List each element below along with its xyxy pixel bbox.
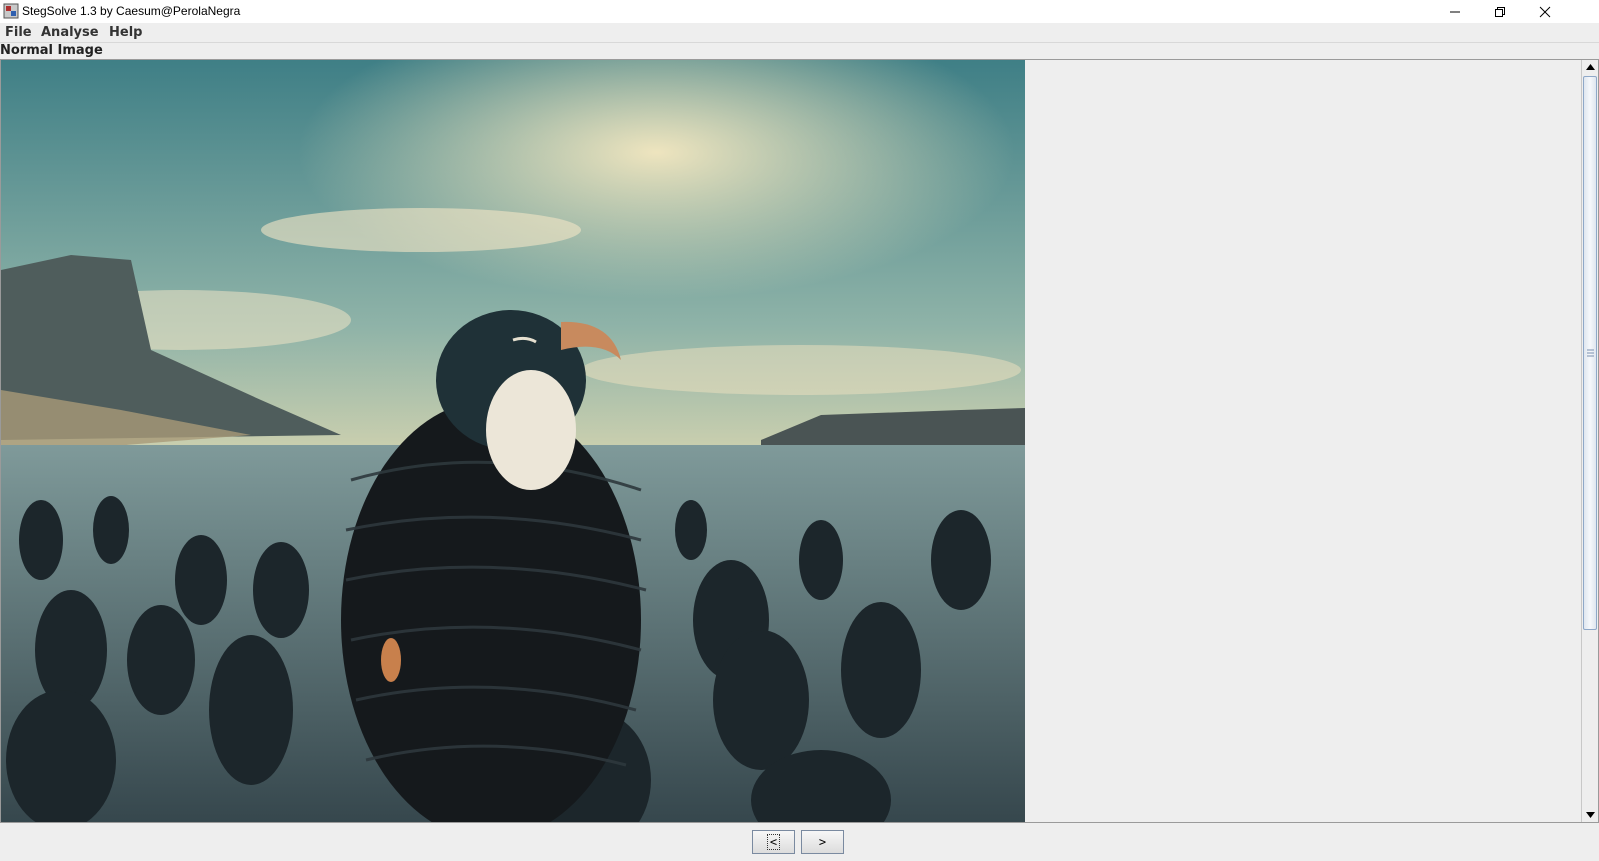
restore-icon bbox=[1494, 6, 1505, 17]
title-bar: StegSolve 1.3 by Caesum@PerolaNegra bbox=[0, 0, 1599, 23]
scroll-thumb[interactable] bbox=[1583, 76, 1597, 630]
previous-button-label: < bbox=[766, 834, 781, 850]
menu-analyse[interactable]: Analyse bbox=[41, 25, 99, 40]
vertical-scrollbar[interactable] bbox=[1581, 60, 1598, 822]
previous-button[interactable]: < bbox=[752, 830, 795, 854]
close-button[interactable] bbox=[1522, 0, 1567, 23]
image-scroll-pane[interactable] bbox=[0, 59, 1599, 823]
menu-help[interactable]: Help bbox=[109, 25, 142, 40]
close-icon bbox=[1539, 6, 1550, 17]
view-mode-label: Normal Image bbox=[0, 43, 103, 58]
scroll-up-button[interactable] bbox=[1582, 60, 1598, 74]
menu-file[interactable]: File bbox=[5, 25, 32, 40]
scroll-down-button[interactable] bbox=[1582, 808, 1598, 822]
minimize-button[interactable] bbox=[1432, 0, 1477, 23]
arrow-down-icon bbox=[1585, 812, 1595, 818]
app-icon bbox=[3, 3, 19, 19]
grip-icon bbox=[1587, 349, 1594, 357]
window-title: StegSolve 1.3 by Caesum@PerolaNegra bbox=[22, 4, 241, 18]
displayed-image bbox=[1, 60, 1025, 822]
arrow-up-icon bbox=[1585, 64, 1595, 70]
menu-bar: File Analyse Help bbox=[0, 23, 1599, 43]
minimize-icon bbox=[1449, 11, 1460, 12]
next-button-label: > bbox=[818, 835, 827, 849]
restore-button[interactable] bbox=[1477, 0, 1522, 23]
next-button[interactable]: > bbox=[801, 830, 844, 854]
